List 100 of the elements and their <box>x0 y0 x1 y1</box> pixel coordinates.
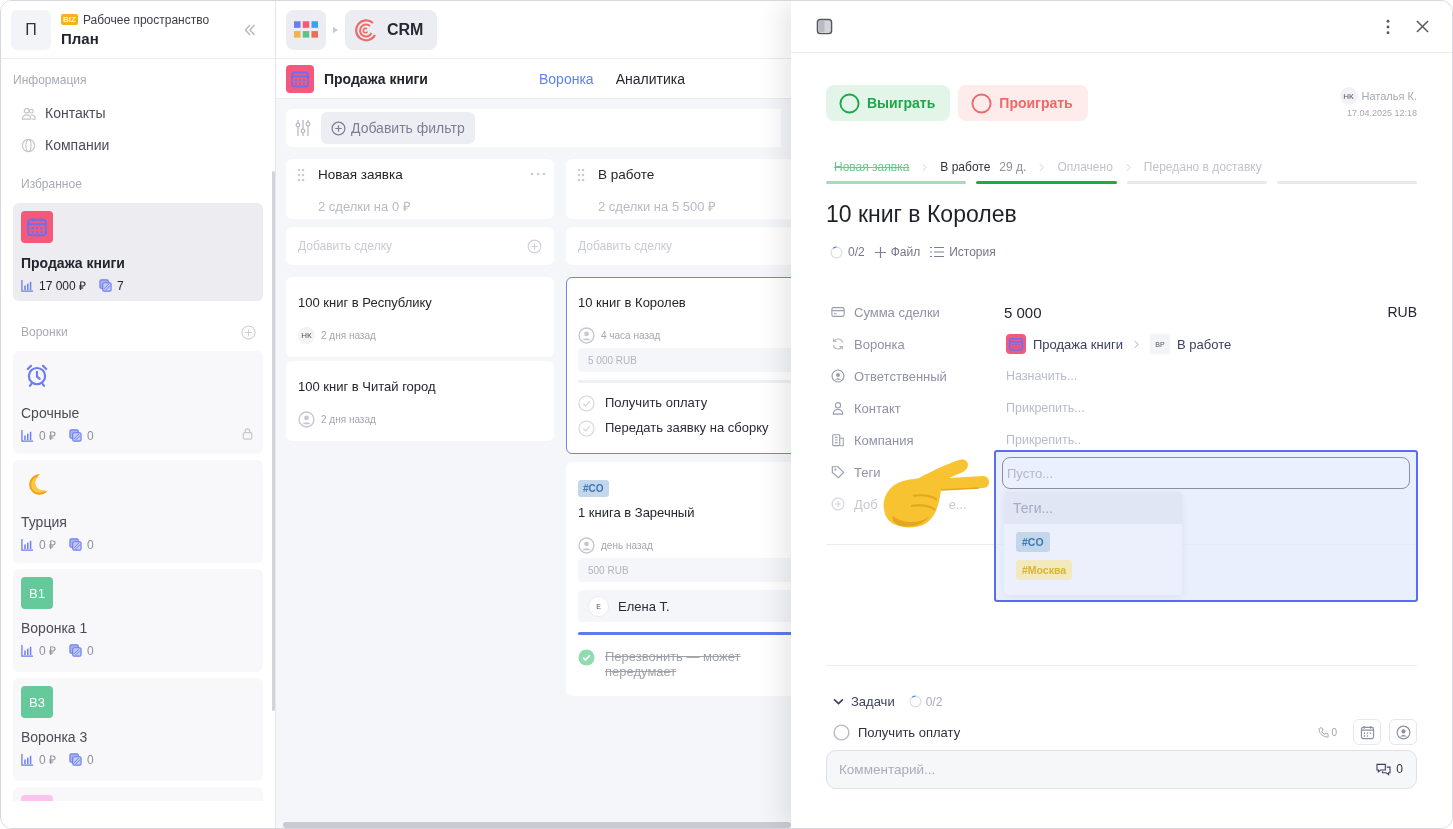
caret-icon <box>333 25 338 34</box>
deal-title: 1 книга в Заречный <box>578 505 696 520</box>
sidebar-item[interactable]: Контакты <box>13 97 263 129</box>
deal-count: 0 <box>87 537 94 552</box>
refresh-icon <box>831 337 845 351</box>
chart-icon <box>21 279 34 292</box>
close-icon[interactable] <box>1416 20 1429 33</box>
user-icon <box>578 537 595 554</box>
sidebar-item[interactable]: Компании <box>13 129 263 161</box>
comment-icon <box>1376 762 1392 776</box>
funnel-amount: 0 ₽ <box>39 752 56 768</box>
phone-icon <box>1318 726 1330 738</box>
field-label: Сумма сделки <box>854 304 940 320</box>
currency[interactable]: RUB <box>1387 304 1417 320</box>
funnel-amount: 0 ₽ <box>39 643 56 659</box>
section-title: Избранное <box>20 176 83 193</box>
funnel-card[interactable]: Продажа книги 17 000 ₽ 7 <box>13 203 263 301</box>
author-avatar: НК <box>1339 87 1358 105</box>
user-icon <box>1395 724 1411 740</box>
deal-card[interactable]: 100 книг в Читай город 2 дня назад <box>286 361 554 441</box>
deals-icon <box>69 429 82 442</box>
add-icon <box>831 497 845 511</box>
funnel-name: Продажа книги <box>21 255 126 271</box>
chevron-icon <box>1125 162 1131 172</box>
chevron-icon <box>1039 162 1045 172</box>
deal-title: 100 книг в Республику <box>298 295 433 310</box>
deals-icon <box>69 644 82 657</box>
more-icon[interactable] <box>1386 18 1390 35</box>
tags-input[interactable]: Пусто... <box>1002 457 1410 489</box>
deal-count: 0 <box>87 428 94 443</box>
chevron-icon <box>922 162 928 172</box>
add-icon <box>331 120 346 136</box>
check-circle-icon[interactable] <box>578 420 595 437</box>
grid-icon <box>294 20 318 39</box>
drag-handle-icon[interactable] <box>577 168 585 182</box>
chevron-icon <box>1134 339 1139 349</box>
app-button[interactable]: CRM <box>345 9 438 50</box>
card-icon <box>831 305 845 319</box>
section-title: Информация <box>13 72 88 89</box>
funnel-name: Воронка 3 <box>21 729 89 745</box>
history-button[interactable]: История <box>930 245 996 259</box>
owner-avatar: НК <box>298 327 315 344</box>
task-counter[interactable]: 0/2 <box>830 245 865 259</box>
panel-toggle-icon[interactable] <box>816 18 833 35</box>
alarm-clock-icon <box>24 362 50 388</box>
funnel-card[interactable]: Турция 0 ₽ 0 <box>13 460 263 563</box>
funnel-name: Воронка 1 <box>21 620 89 636</box>
tab[interactable]: Аналитика <box>615 70 685 87</box>
deal-card[interactable]: 10 книг в Королев 4 часа назад 5 000 RUB Получить оплату Передать заявку на сборку <box>566 277 791 454</box>
add-file-button[interactable]: Файл <box>874 245 921 259</box>
deal-time: день назад <box>601 540 653 551</box>
dropdown-header: Теги... <box>1004 492 1182 524</box>
call-count: 0 <box>1318 726 1337 738</box>
field-label: Контакт <box>854 400 901 416</box>
section-title: Воронки <box>20 324 69 341</box>
check-circle-icon[interactable] <box>578 395 595 412</box>
deal-card[interactable]: 100 книг в Республику НК 2 дня назад <box>286 277 554 357</box>
funnel-amount: 0 ₽ <box>39 537 56 553</box>
list-icon <box>930 246 945 258</box>
user-circle-icon <box>831 369 845 383</box>
stage-step[interactable]: В работе 29 д. <box>940 160 1027 174</box>
funnel-card[interactable]: В1 Воронка 1 0 ₽ 0 <box>13 569 263 672</box>
add-icon[interactable] <box>241 324 256 340</box>
field-label: Компания <box>854 432 914 448</box>
checkbox-circle[interactable] <box>833 723 850 741</box>
tab[interactable]: Воронка <box>539 70 594 87</box>
apps-button[interactable] <box>286 9 326 50</box>
deal-count: 0 <box>87 752 94 767</box>
sliders-icon[interactable] <box>295 119 311 137</box>
logo <box>354 17 378 42</box>
tasks-toggle[interactable]: Задачи <box>833 694 895 709</box>
stage-name[interactable]: В работе <box>1177 336 1232 352</box>
people-icon <box>21 105 36 121</box>
circle-icon <box>971 92 993 114</box>
funnel-card[interactable]: Срочные 0 ₽ 0 <box>13 351 263 454</box>
deal-time: 4 часа назад <box>601 330 661 341</box>
drag-handle-icon[interactable] <box>297 168 305 182</box>
tag-icon <box>831 465 845 479</box>
workspace-caption: Рабочее пространство <box>82 12 210 27</box>
scrollbar[interactable] <box>272 171 275 711</box>
funnel-badge: В1 <box>21 577 53 609</box>
task-label: Передать заявку на сборку <box>605 420 769 435</box>
circle-icon <box>839 92 860 114</box>
deal-title: 100 книг в Читай город <box>298 379 437 394</box>
assignee-button[interactable] <box>1389 719 1417 745</box>
checked-icon[interactable] <box>578 649 595 666</box>
author-name: Наталья К. <box>1361 90 1417 102</box>
user-icon <box>578 327 595 344</box>
calendar-button[interactable] <box>1353 719 1381 745</box>
field-label: Теги <box>854 464 881 480</box>
chart-icon <box>21 538 34 551</box>
task-label: Получить оплату <box>858 724 961 740</box>
person-icon <box>831 401 845 415</box>
workspace-avatar[interactable]: П <box>11 9 51 50</box>
scrollbar[interactable] <box>283 822 791 828</box>
funnel-amount: 17 000 ₽ <box>39 278 87 294</box>
funnel-card[interactable]: В3 Воронка 3 0 ₽ 0 <box>13 678 263 781</box>
collapse-icon[interactable] <box>243 22 257 37</box>
amount-value[interactable]: 5 000 <box>1004 303 1042 321</box>
pipeline-name[interactable]: Продажа книги <box>1033 336 1123 352</box>
